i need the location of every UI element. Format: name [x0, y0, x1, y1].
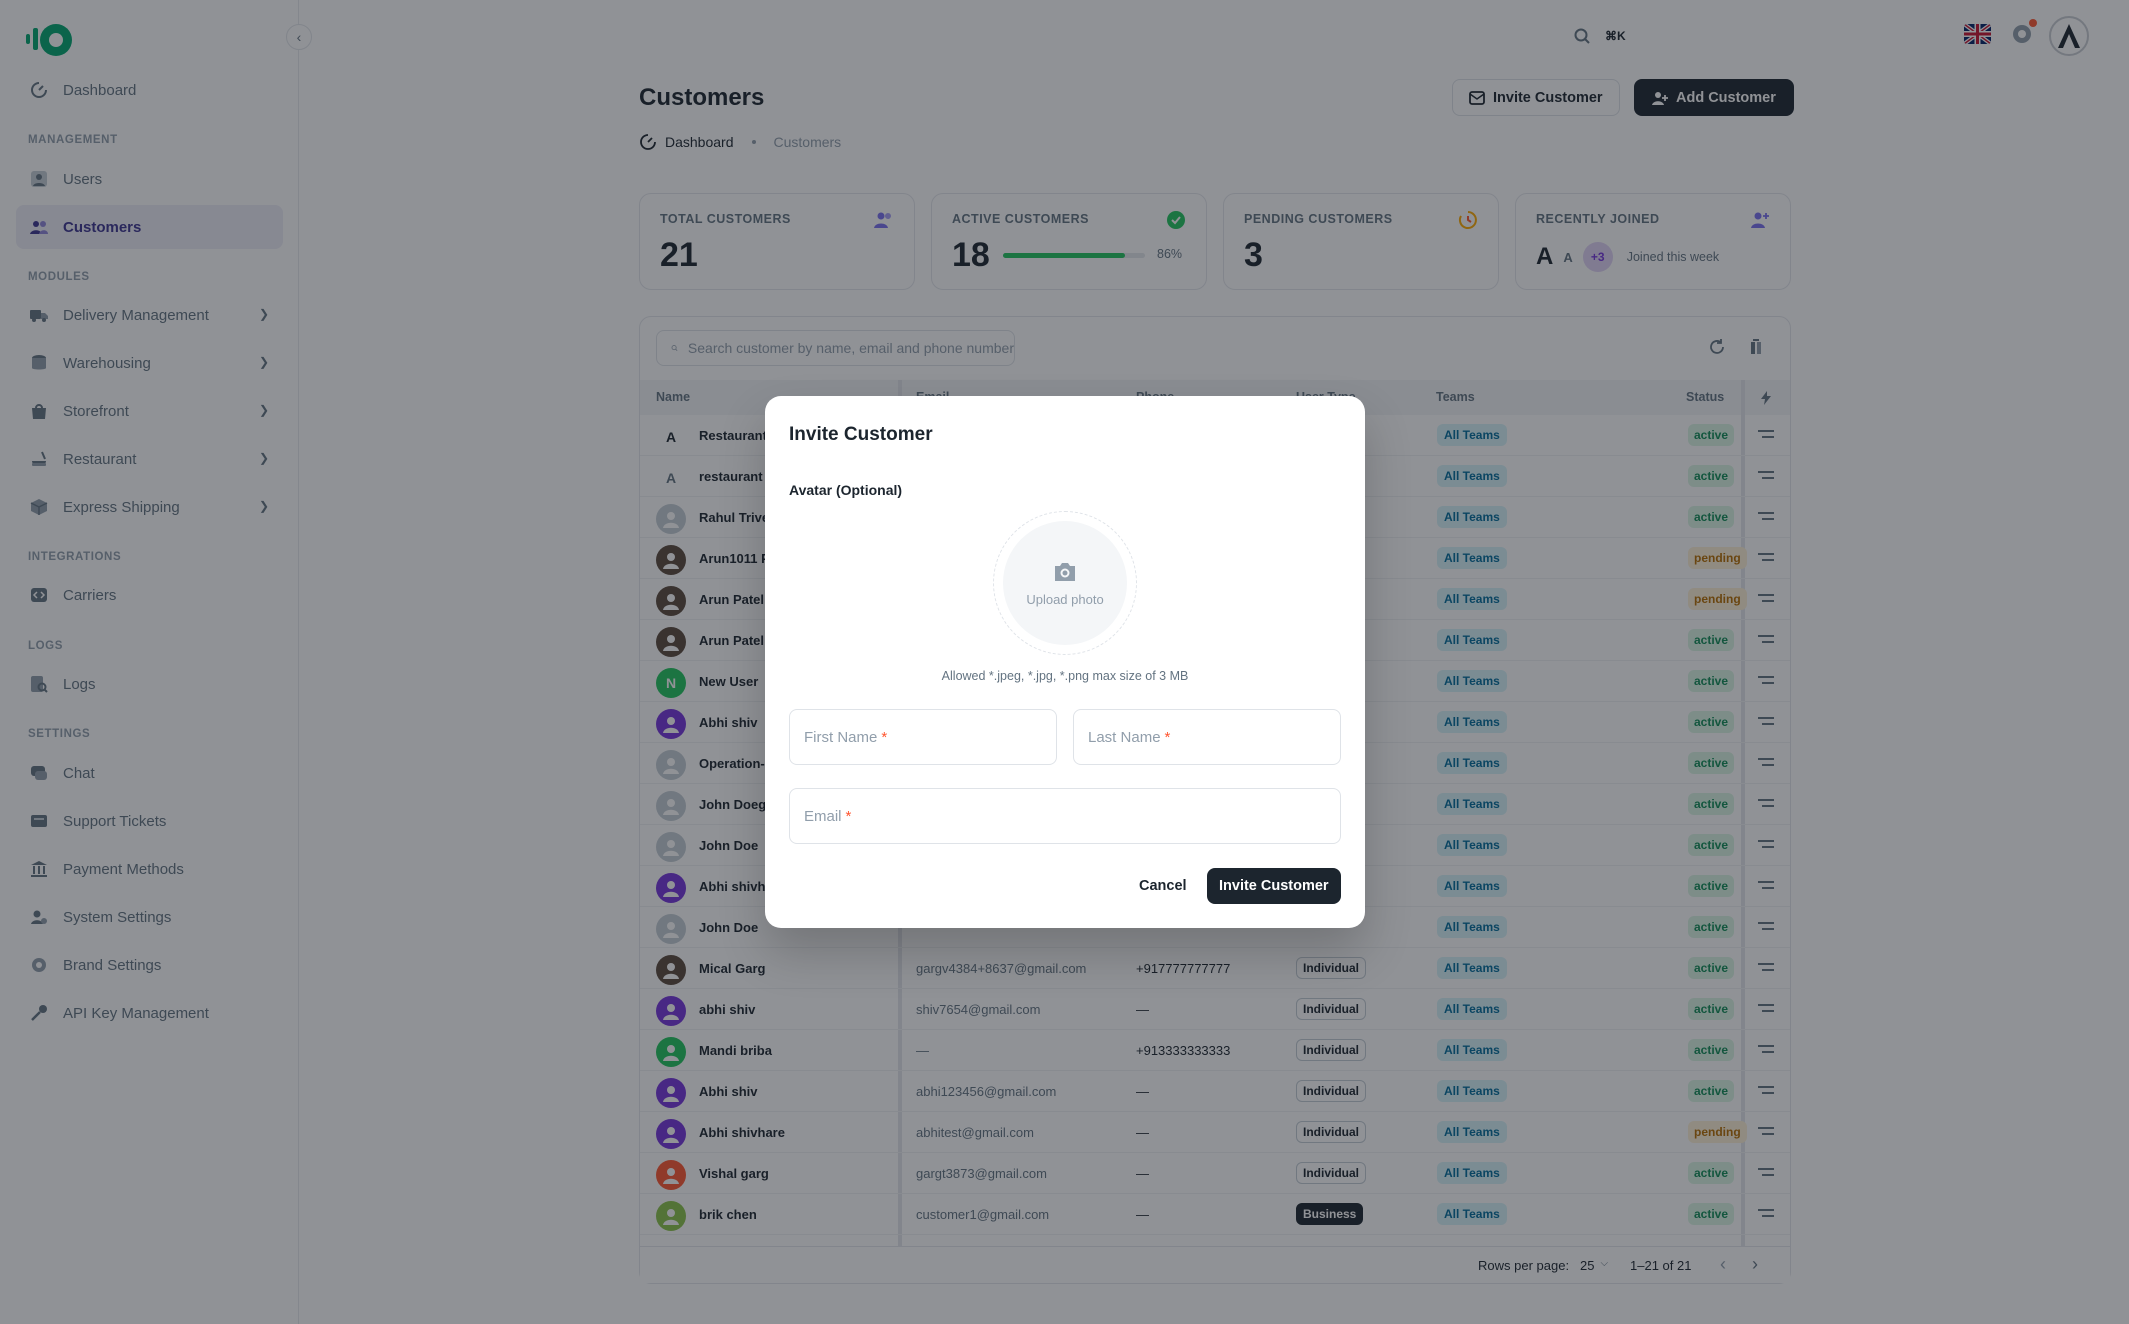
last-name-placeholder: Last Name: [1088, 728, 1161, 746]
dialog-title: Invite Customer: [789, 424, 933, 445]
camera-icon: [1055, 562, 1075, 581]
email-field[interactable]: Email *: [789, 788, 1341, 844]
upload-photo-text: Upload photo: [1026, 591, 1104, 607]
first-name-field[interactable]: First Name *: [789, 709, 1057, 765]
last-name-field[interactable]: Last Name *: [1073, 709, 1341, 765]
required-mark: *: [1164, 728, 1171, 746]
required-mark: *: [881, 728, 888, 746]
avatar-upload[interactable]: Upload photo: [993, 511, 1137, 655]
avatar-label: Avatar (Optional): [789, 482, 903, 498]
submit-invite-button[interactable]: Invite Customer: [1207, 868, 1341, 904]
required-mark: *: [845, 807, 852, 825]
invite-customer-dialog: Invite Customer Avatar (Optional) Upload…: [765, 396, 1365, 928]
upload-area[interactable]: Upload photo: [1003, 521, 1127, 645]
allowed-file-types: Allowed *.jpeg, *.jpg, *.png max size of…: [941, 669, 1189, 683]
email-placeholder: Email: [804, 807, 842, 825]
cancel-button[interactable]: Cancel: [1129, 868, 1197, 904]
first-name-placeholder: First Name: [804, 728, 878, 746]
